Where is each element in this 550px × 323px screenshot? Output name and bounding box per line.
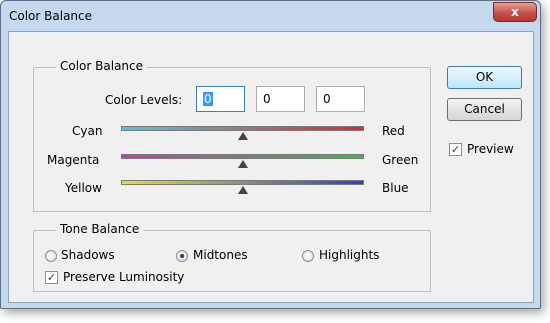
- color-balance-legend: Color Balance: [56, 59, 148, 73]
- preview-label[interactable]: Preview: [467, 142, 514, 156]
- blue-label: Blue: [382, 181, 409, 195]
- cyan-label: Cyan: [72, 124, 103, 138]
- shadows-label[interactable]: Shadows: [61, 248, 115, 262]
- green-label: Green: [382, 153, 419, 167]
- magenta-green-slider[interactable]: [121, 154, 364, 159]
- magenta-green-thumb[interactable]: [237, 160, 248, 168]
- color-level-field-3[interactable]: 0: [316, 86, 365, 112]
- highlights-label[interactable]: Highlights: [319, 248, 379, 262]
- close-icon: x: [511, 5, 519, 19]
- yellow-blue-slider[interactable]: [121, 180, 364, 185]
- cyan-red-thumb[interactable]: [237, 132, 248, 140]
- close-button[interactable]: x: [493, 2, 537, 22]
- color-levels-label: Color Levels:: [105, 93, 183, 107]
- magenta-label: Magenta: [47, 153, 100, 167]
- color-level-value-3: 0: [323, 92, 331, 106]
- midtones-radio[interactable]: [176, 250, 188, 262]
- yellow-blue-thumb[interactable]: [237, 186, 248, 194]
- dialog-title: Color Balance: [9, 9, 93, 23]
- shadows-radio[interactable]: [45, 250, 57, 262]
- tone-balance-legend: Tone Balance: [56, 222, 144, 236]
- color-level-value-2: 0: [263, 92, 271, 106]
- highlights-radio[interactable]: [302, 250, 314, 262]
- preview-checkbox[interactable]: ✓: [449, 143, 462, 156]
- preserve-luminosity-checkbox[interactable]: ✓: [45, 271, 58, 284]
- color-level-field-1[interactable]: 0: [196, 86, 245, 112]
- cyan-red-slider[interactable]: [121, 126, 364, 131]
- color-level-field-2[interactable]: 0: [256, 86, 305, 112]
- cancel-button[interactable]: Cancel: [447, 98, 522, 121]
- yellow-label: Yellow: [65, 181, 102, 195]
- preserve-luminosity-label[interactable]: Preserve Luminosity: [63, 270, 184, 284]
- color-balance-dialog: Color Balance x Color Balance Color Leve…: [0, 0, 541, 309]
- color-level-value-1: 0: [203, 92, 213, 106]
- midtones-label[interactable]: Midtones: [193, 248, 248, 262]
- dialog-body: Color Balance Color Levels: 0 0 0 Cyan R…: [8, 31, 534, 303]
- red-label: Red: [382, 124, 405, 138]
- ok-button[interactable]: OK: [447, 66, 522, 89]
